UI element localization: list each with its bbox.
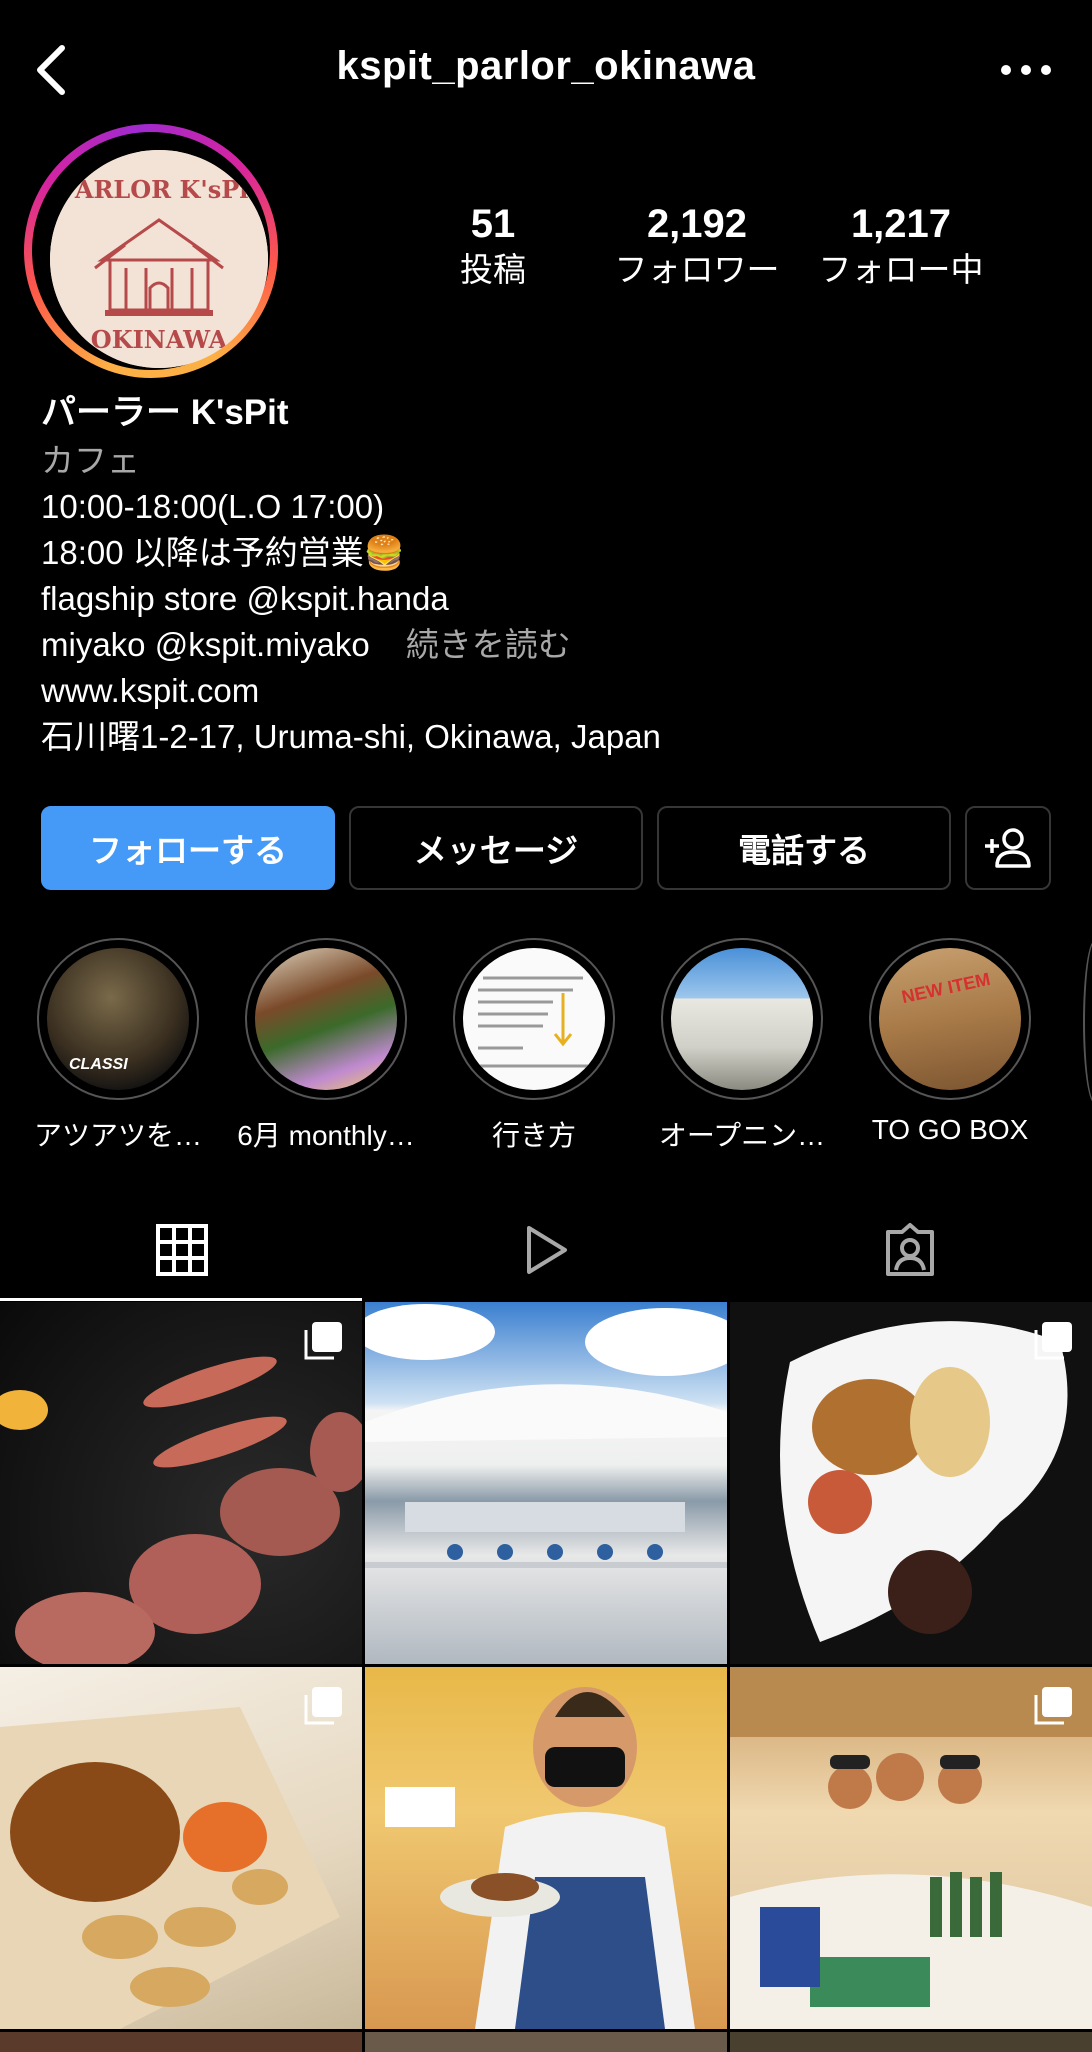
followers-count[interactable]: 2,192 フォロワー [597, 200, 797, 292]
post-thumbnail[interactable] [0, 2032, 362, 2052]
parlor-logo: PARLOR K'sPit OKINAWA [50, 150, 268, 368]
category-label: カフェ [41, 442, 140, 479]
post-thumbnail[interactable] [365, 1302, 727, 1664]
stat-label: フォロー中 [818, 251, 984, 288]
post-thumbnail[interactable] [365, 2032, 727, 2052]
suggest-users-button[interactable] [965, 806, 1051, 890]
display-name: パーラー K'sPit [41, 393, 289, 432]
svg-text:OKINAWA: OKINAWA [91, 325, 228, 354]
post-thumbnail[interactable] [730, 2032, 1092, 2052]
stat-value: 1,217 [850, 202, 952, 246]
grid-icon [156, 1224, 208, 1276]
active-tab-indicator [0, 1298, 362, 1301]
follow-button[interactable]: フォローする [41, 806, 335, 890]
reels-play-icon [527, 1226, 567, 1274]
stat-value: 2,192 [646, 202, 748, 246]
following-count[interactable]: 1,217 フォロー中 [801, 200, 1001, 292]
profile-tabs [0, 1198, 1092, 1302]
post-thumbnail[interactable] [0, 1667, 362, 2029]
grid-tab[interactable] [0, 1198, 364, 1302]
posts-count[interactable]: 51 投稿 [393, 200, 593, 292]
highlight-item[interactable]: オープニン… [657, 938, 827, 1154]
multiple-posts-icon [304, 1322, 342, 1360]
svg-text:PARLOR K'sPit: PARLOR K'sPit [59, 175, 260, 204]
highlight-item[interactable]: NEW ITEM TO GO BOX [865, 938, 1035, 1146]
multiple-posts-icon [1034, 1322, 1072, 1360]
post-thumbnail[interactable] [730, 1302, 1092, 1664]
message-button[interactable]: メッセージ [349, 806, 643, 890]
highlight-item[interactable]: 6月 monthly… [237, 938, 415, 1154]
profile-bio: パーラー K'sPit カフェ 10:00-18:00(L.O 17:00) 1… [41, 388, 1061, 760]
top-bar: kspit_parlor_okinawa [0, 0, 1092, 140]
stat-label: 投稿 [460, 251, 526, 288]
directions-doc-image [478, 976, 588, 1068]
multiple-posts-icon [304, 1687, 342, 1725]
stat-label: フォロワー [614, 251, 780, 288]
post-image [385, 1687, 695, 2029]
bio-reservation: 18:00 以降は予約営業🍔 [41, 534, 405, 571]
reels-tab[interactable] [364, 1198, 728, 1302]
highlight-overlay-text: NEW ITEM [899, 968, 992, 1008]
call-button[interactable]: 電話する [657, 806, 951, 890]
post-thumbnail[interactable] [730, 1667, 1092, 2029]
tagged-tab[interactable] [728, 1198, 1092, 1302]
bio-hours: 10:00-18:00(L.O 17:00) [41, 488, 385, 525]
highlight-label: アツアツを… [33, 1120, 202, 1151]
bio-flagship: flagship store @kspit.handa [41, 580, 449, 617]
avatar: PARLOR K'sPit OKINAWA [50, 150, 268, 368]
multiple-posts-icon [669, 1322, 707, 1360]
highlight-label: 6月 monthly… [237, 1120, 415, 1151]
bio-miyako-line: miyako @kspit.miyako 続きを読む [41, 622, 1061, 668]
post-thumbnail[interactable] [365, 1667, 727, 2029]
read-more-link[interactable]: 続きを読む [406, 626, 571, 663]
more-options-icon[interactable] [996, 52, 1056, 88]
profile-username: kspit_parlor_okinawa [336, 44, 756, 88]
address-text[interactable]: 石川曙1-2-17, Uruma-shi, Okinawa, Japan [41, 714, 1061, 760]
stat-value: 51 [470, 202, 516, 246]
add-person-icon [985, 828, 1031, 868]
multiple-posts-icon [1034, 1687, 1072, 1725]
highlight-label: 行き方 [491, 1120, 576, 1151]
highlight-label: TO GO BOX [871, 1114, 1029, 1145]
highlight-item[interactable]: 行き方 [449, 938, 619, 1154]
bio-miyako: miyako @kspit.miyako [41, 626, 370, 663]
avatar-story-ring[interactable]: PARLOR K'sPit OKINAWA [24, 124, 278, 378]
tagged-person-icon [886, 1223, 934, 1276]
post-thumbnail[interactable] [0, 1302, 362, 1664]
highlight-label: オープニン… [658, 1120, 826, 1151]
highlight-overlay-text: CLASSI [69, 1056, 128, 1073]
highlight-item[interactable]: CLASSI アツアツを… [33, 938, 203, 1154]
highlight-item-partial[interactable] [1083, 940, 1092, 1104]
website-link[interactable]: www.kspit.com [41, 668, 1061, 714]
